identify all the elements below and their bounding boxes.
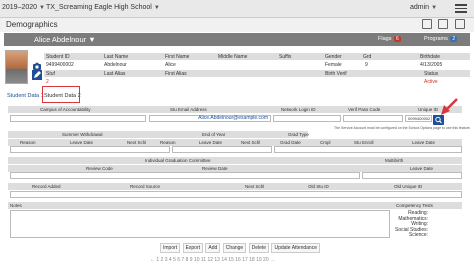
flag-icon[interactable] (422, 19, 432, 29)
value-last-name[interactable]: Abdelnour (104, 62, 127, 68)
label-records-next-schl: Next Schl (245, 184, 265, 189)
print-icon[interactable] (438, 19, 448, 29)
campus-field[interactable] (10, 115, 146, 122)
label-verif-pass: Verif Pass Code (348, 107, 381, 112)
page-title: Demographics (6, 20, 58, 29)
add-button[interactable]: Add (205, 243, 221, 253)
header-middle-name: Middle Name (218, 54, 248, 60)
label-multibirth: Multibirth (385, 158, 404, 163)
multibirth-field[interactable] (362, 172, 462, 179)
header-first-name: First Name (165, 54, 190, 60)
records-row[interactable] (10, 191, 462, 198)
label-next-schl-2: Next Schl (241, 140, 261, 145)
verif-pass-field[interactable] (343, 115, 403, 122)
header-first-alias: First Alias (165, 71, 187, 77)
chevron-down-icon: ▼ (39, 5, 45, 11)
label-network-login: Network Login ID (281, 107, 316, 112)
label-leave-date-2: Leave Date (199, 140, 223, 145)
top-bar: 2019–2020 ▼ TX_Screaming Eagle High Schoo… (0, 0, 474, 18)
import-button[interactable]: Import (160, 243, 181, 253)
user-menu[interactable]: admin ▼ (410, 4, 437, 11)
export-button[interactable]: Export (182, 243, 204, 253)
flags-button[interactable]: Flags 6 (378, 36, 401, 42)
label-old-unique-id: Old Unique ID (394, 184, 423, 189)
grad-type-field[interactable] (274, 146, 462, 153)
student-photo (5, 50, 28, 84)
label-reason-2: Reason (160, 140, 176, 145)
value-status[interactable]: Active (424, 79, 438, 85)
label-campus: Campus of Accountability (40, 107, 91, 112)
label-leave-date: Leave Date (70, 140, 94, 145)
label-grad-committee: Individual Graduation Committee (145, 158, 211, 163)
student-header: Alice Abdelnour ▼ Flags 6 Programs 2 (4, 33, 470, 46)
programs-button[interactable]: Programs 2 (424, 36, 458, 42)
label-review-date: Review Date (202, 166, 228, 171)
label-unique-id: Unique ID (418, 107, 439, 112)
end-year-field[interactable] (172, 146, 272, 153)
tooltip-text: The Service Account must be configured o… (334, 126, 471, 130)
label-reason: Reason (20, 140, 36, 145)
chevron-down-icon: ▼ (153, 5, 160, 11)
value-gender[interactable]: Female (325, 62, 342, 68)
label-competency: Competency Tests (396, 203, 433, 208)
label-summer-withdrawal: Summer Withdrawal (62, 132, 103, 137)
label-leave-date-3: Leave Date (412, 140, 436, 145)
review-field[interactable] (10, 172, 360, 179)
network-login-field[interactable] (273, 115, 341, 122)
delete-button[interactable]: Delete (248, 243, 270, 253)
email-field[interactable]: Alice.Abdelnour@example.com (149, 115, 271, 122)
summer-withdrawal-field[interactable] (10, 146, 170, 153)
header-student-id: Student ID (46, 54, 70, 60)
value-birthdate[interactable]: 4/13/2005 (420, 62, 442, 68)
change-button[interactable]: Change (222, 243, 247, 253)
notes-field[interactable] (10, 210, 390, 238)
label-grad-type: Grad Type (288, 132, 309, 137)
help-icon[interactable] (455, 19, 465, 29)
header-gender: Gender (325, 54, 342, 60)
header-stuf: Stuf (46, 71, 55, 77)
header-status: Status (424, 71, 439, 77)
competency-science: Science: (408, 232, 429, 238)
label-grad-date: Grad Date (280, 140, 301, 145)
label-stu-enroll: Stu Enroll (354, 140, 374, 145)
label-cmpl: Cmpl (320, 140, 331, 145)
label-next-schl: Next Schl (127, 140, 147, 145)
label-multibirth-date: Leave Date (410, 166, 434, 171)
tab-student-data-1[interactable]: Student Data 1 (7, 93, 44, 99)
header-last-name: Last Name (104, 54, 129, 60)
red-arrow-icon (441, 98, 458, 115)
competency-list: Reading: Mathematics: Writing: Social St… (395, 210, 429, 239)
header-suffix: Suffix (279, 54, 292, 60)
header-birth-verif: Birth Verif (325, 71, 347, 77)
action-bar: Import Export Add Change Delete Update A… (160, 243, 321, 253)
hamburger-menu-icon[interactable] (454, 2, 468, 14)
value-stuf[interactable]: 2 (46, 79, 49, 85)
record-navigation[interactable]: ← 1 2 3 4 5 6 7 8 9 10 11 12 13 14 15 16… (150, 257, 275, 263)
search-icon[interactable] (433, 115, 444, 125)
header-last-alias: Last Alias (104, 71, 126, 77)
label-notes: Notes (10, 203, 22, 208)
label-record-source: Record Source (130, 184, 161, 189)
label-record-added: Record Added (32, 184, 61, 189)
label-email: Stu Email Address (170, 107, 207, 112)
value-student-id[interactable]: 9499400002 (46, 62, 74, 68)
value-grade[interactable]: 9 (365, 62, 368, 68)
update-attendance-button[interactable]: Update Attendance (271, 243, 320, 253)
unique-id-field[interactable]: 0099400002 (405, 115, 432, 122)
chevron-down-icon: ▼ (431, 5, 438, 11)
student-name-selector[interactable]: Alice Abdelnour ▼ (34, 35, 96, 44)
pencil-icon[interactable] (32, 70, 42, 80)
page-title-bar: Demographics (0, 18, 474, 32)
school-year-selector[interactable]: 2019–2020 ▼ (2, 4, 45, 11)
value-first-name[interactable]: Alice (165, 62, 176, 68)
highlight-box (42, 86, 80, 103)
header-birthdate: Birthdate (420, 54, 441, 60)
label-old-stu-id: Old Stu ID (308, 184, 329, 189)
label-end-of-year: End of Year (202, 132, 226, 137)
header-grade: Grd (363, 54, 372, 60)
label-review-code: Review Code (86, 166, 113, 171)
chevron-down-icon: ▼ (88, 35, 96, 44)
school-selector[interactable]: TX_Screaming Eagle High School ▼ (46, 4, 160, 11)
